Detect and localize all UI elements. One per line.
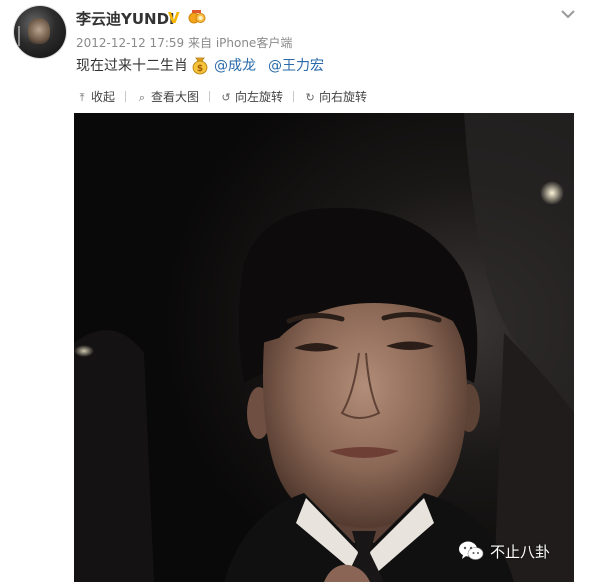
source-client[interactable]: iPhone客户端 (216, 36, 293, 50)
magnifier-icon: ⌕ (138, 91, 146, 104)
rotate-right-icon: ↻ (305, 91, 315, 104)
divider (293, 91, 295, 102)
image-toolbar: ⤒ 收起 ⌕ 查看大图 ↺ 向左旋转 ↻ 向右旋转 (76, 88, 377, 108)
verified-v-icon: V (168, 9, 180, 27)
view-large-label: 查看大图 (151, 90, 200, 104)
source-prefix: 来自 (187, 36, 212, 50)
post-timestamp[interactable]: 2012-12-12 17:59 (76, 36, 184, 50)
svg-text:$: $ (197, 64, 203, 74)
divider (125, 91, 127, 102)
collapse-button[interactable]: ⤒ 收起 (76, 88, 115, 105)
post-meta: 2012-12-12 17:59 来自 iPhone客户端 (76, 34, 292, 51)
wechat-icon (459, 541, 484, 560)
username-link[interactable]: 李云迪YUNDI (76, 8, 175, 29)
weibo-post-card: 李云迪YUNDI V 2012-12-12 17:59 来自 iPhone客户端… (0, 0, 591, 582)
view-large-button[interactable]: ⌕ 查看大图 (136, 88, 199, 105)
post-text: 现在过来十二生肖 $ @成龙 @王力宏 (76, 55, 324, 75)
collapse-label: 收起 (91, 90, 116, 104)
rotate-left-label: 向左旋转 (235, 90, 284, 104)
post-photo[interactable] (74, 113, 574, 582)
avatar-decoration (18, 26, 28, 46)
avatar-face (28, 18, 50, 44)
money-bag-emoji-icon: $ (192, 57, 208, 75)
watermark-text: 不止八卦 (490, 543, 551, 561)
rotate-left-button[interactable]: ↺ 向左旋转 (220, 88, 283, 105)
mention-link-2[interactable]: @王力宏 (268, 58, 324, 74)
post-text-content: 现在过来十二生肖 (76, 58, 188, 74)
rotate-right-button[interactable]: ↻ 向右旋转 (304, 88, 367, 105)
avatar[interactable] (14, 6, 66, 58)
rotate-left-icon: ↺ (221, 91, 231, 104)
mention-link-1[interactable]: @成龙 (214, 58, 256, 74)
collapse-icon: ⤒ (79, 91, 85, 104)
watermark: 不止八卦 (458, 540, 550, 562)
medal-icon[interactable] (188, 9, 206, 26)
rotate-right-label: 向右旋转 (319, 90, 368, 104)
chevron-down-icon[interactable] (560, 8, 576, 20)
divider (209, 91, 211, 102)
